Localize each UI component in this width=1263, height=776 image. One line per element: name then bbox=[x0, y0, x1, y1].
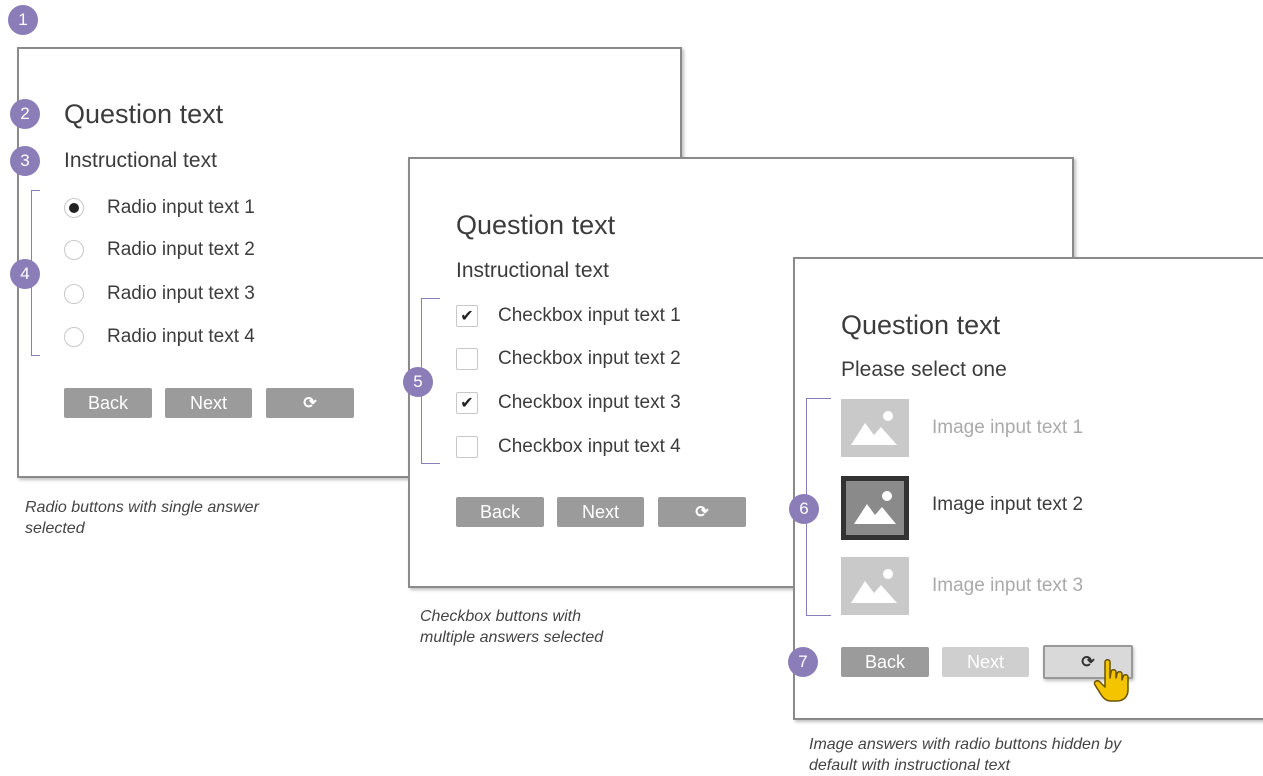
radio-button-selected[interactable] bbox=[64, 198, 84, 218]
radio-option-3[interactable]: Radio input text 3 bbox=[64, 283, 255, 305]
instructional-text: Instructional text bbox=[64, 149, 217, 172]
image-option-label: Image input text 3 bbox=[932, 575, 1084, 596]
annotation-badge-1: 1 bbox=[8, 5, 38, 35]
caption-line: Radio buttons with single answer bbox=[25, 499, 259, 516]
radio-option-label: Radio input text 3 bbox=[107, 283, 255, 304]
radio-option-label: Radio input text 1 bbox=[107, 197, 255, 218]
image-placeholder-icon[interactable] bbox=[841, 557, 909, 615]
image-option-2[interactable]: Image input text 2 bbox=[841, 476, 1084, 540]
refresh-icon: ⟳ bbox=[695, 504, 709, 521]
hand-pointer-icon bbox=[1093, 659, 1129, 702]
back-button[interactable]: Back bbox=[456, 497, 544, 527]
checkbox[interactable] bbox=[456, 436, 478, 458]
image-option-3[interactable]: Image input text 3 bbox=[841, 557, 1083, 615]
checkbox-checked[interactable]: ✔ bbox=[456, 305, 478, 327]
caption-line: selected bbox=[25, 520, 85, 537]
image-question-card: Question text Please select one Image in… bbox=[793, 257, 1263, 720]
checkbox-option-1[interactable]: ✔ Checkbox input text 1 bbox=[456, 305, 681, 327]
question-title: Question text bbox=[64, 99, 224, 129]
radio-button[interactable] bbox=[64, 240, 84, 260]
checkmark-icon: ✔ bbox=[460, 395, 474, 412]
image-option-label: Image input text 1 bbox=[932, 417, 1084, 438]
next-button-disabled[interactable]: Next bbox=[942, 647, 1029, 677]
checkbox-option-label: Checkbox input text 3 bbox=[498, 392, 681, 413]
checkbox-option-label: Checkbox input text 2 bbox=[498, 348, 681, 369]
radio-option-2[interactable]: Radio input text 2 bbox=[64, 239, 255, 261]
image-option-1[interactable]: Image input text 1 bbox=[841, 399, 1083, 457]
next-button[interactable]: Next bbox=[165, 388, 252, 418]
radio-option-label: Radio input text 2 bbox=[107, 239, 255, 260]
radio-caption: Radio buttons with single answer selecte… bbox=[25, 497, 259, 539]
instructional-text: Instructional text bbox=[456, 259, 609, 282]
question-title: Question text bbox=[456, 210, 616, 240]
next-button[interactable]: Next bbox=[557, 497, 644, 527]
image-option-label: Image input text 2 bbox=[932, 494, 1084, 515]
checkbox-caption: Checkbox buttons with multiple answers s… bbox=[420, 606, 603, 648]
annotation-badge-7: 7 bbox=[788, 647, 818, 677]
image-placeholder-selected-icon[interactable] bbox=[841, 476, 909, 540]
radio-button[interactable] bbox=[64, 284, 84, 304]
radio-option-label: Radio input text 4 bbox=[107, 326, 255, 347]
refresh-button[interactable]: ⟳ bbox=[658, 497, 746, 527]
annotation-badge-3: 3 bbox=[10, 146, 40, 176]
checkbox-option-4[interactable]: Checkbox input text 4 bbox=[456, 436, 681, 458]
caption-line: Image answers with radio buttons hidden … bbox=[809, 736, 1122, 753]
annotation-badge-5: 5 bbox=[403, 367, 433, 397]
checkbox-option-label: Checkbox input text 1 bbox=[498, 305, 681, 326]
checkbox-checked[interactable]: ✔ bbox=[456, 392, 478, 414]
checkbox-option-3[interactable]: ✔ Checkbox input text 3 bbox=[456, 392, 681, 414]
checkbox[interactable] bbox=[456, 348, 478, 370]
radio-option-4[interactable]: Radio input text 4 bbox=[64, 326, 255, 348]
refresh-button[interactable]: ⟳ bbox=[266, 388, 354, 418]
checkbox-option-label: Checkbox input text 4 bbox=[498, 436, 681, 457]
checkbox-option-2[interactable]: Checkbox input text 2 bbox=[456, 348, 681, 370]
checkmark-icon: ✔ bbox=[460, 308, 474, 325]
annotation-badge-6: 6 bbox=[789, 494, 819, 524]
caption-line: default with instructional text bbox=[809, 757, 1010, 774]
back-button[interactable]: Back bbox=[64, 388, 152, 418]
radio-option-1[interactable]: Radio input text 1 bbox=[64, 197, 255, 219]
refresh-icon: ⟳ bbox=[303, 395, 317, 412]
caption-line: Checkbox buttons with bbox=[420, 608, 581, 625]
question-title: Question text bbox=[841, 310, 1001, 340]
image-caption: Image answers with radio buttons hidden … bbox=[809, 734, 1121, 776]
caption-line: multiple answers selected bbox=[420, 629, 604, 646]
radio-button[interactable] bbox=[64, 327, 84, 347]
annotation-badge-4: 4 bbox=[10, 259, 40, 289]
annotation-badge-2: 2 bbox=[10, 99, 40, 129]
image-placeholder-icon[interactable] bbox=[841, 399, 909, 457]
back-button[interactable]: Back bbox=[841, 647, 929, 677]
instructional-text: Please select one bbox=[841, 358, 1007, 381]
